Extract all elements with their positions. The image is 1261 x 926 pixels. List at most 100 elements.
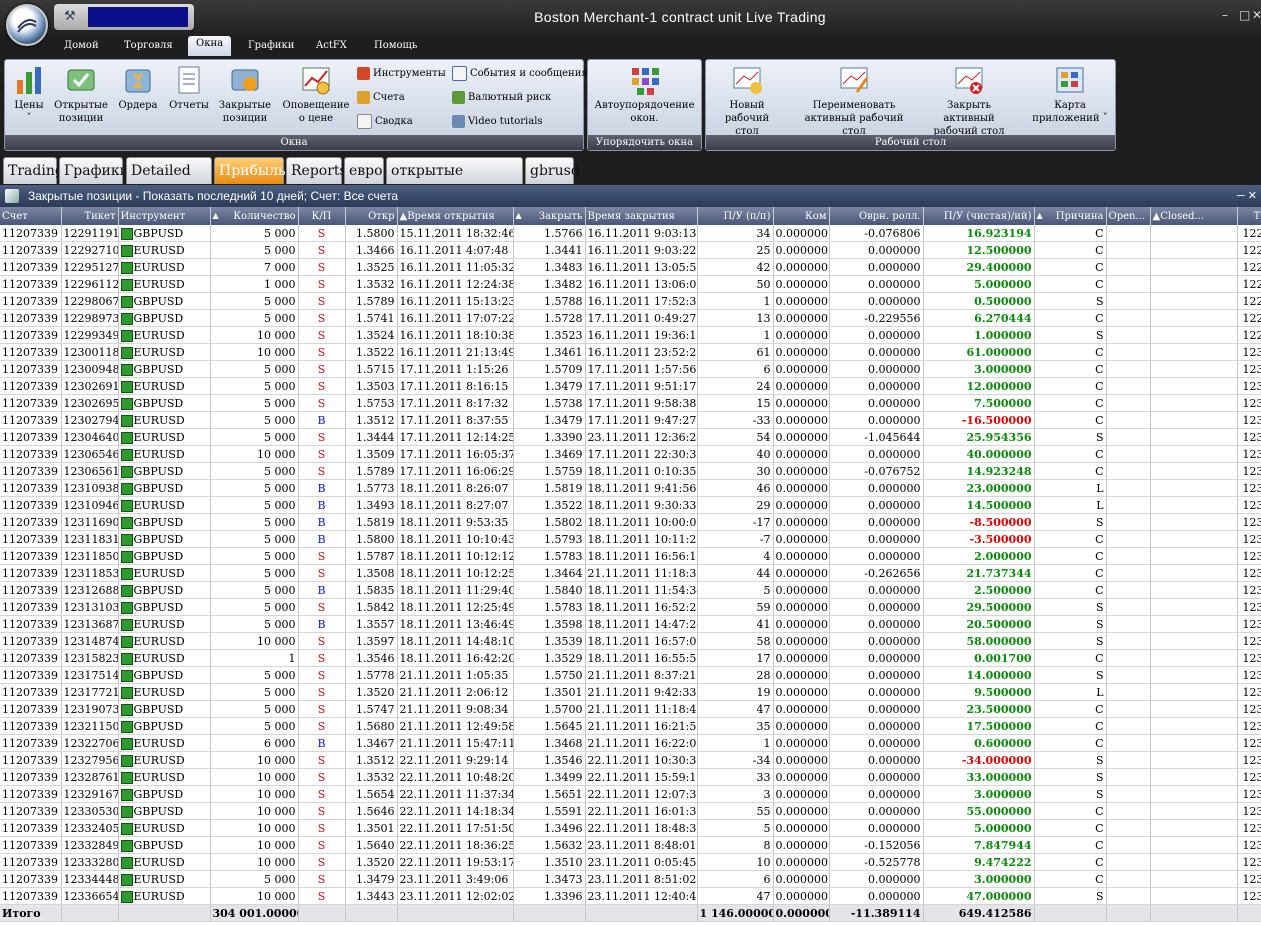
column-header-open[interactable]: Откр xyxy=(345,207,398,225)
tab-open-positions[interactable]: открытые позиции xyxy=(386,157,523,206)
rename-desktop-button[interactable]: Переименовать активный рабочий стол xyxy=(792,64,916,138)
table-row[interactable]: 11207339 12330530 GBPUSD 10 000 S 1.5646 22.11… xyxy=(0,802,1261,820)
new-desktop-button[interactable]: Новый рабочий стол xyxy=(712,64,782,138)
restore-button[interactable]: □ xyxy=(1239,8,1250,22)
table-row[interactable]: 11207339 12300118 EURUSD 10 000 S 1.3522 16.11… xyxy=(0,343,1261,361)
quick-access-field[interactable] xyxy=(88,7,188,27)
tab-charts[interactable]: Графики xyxy=(59,157,129,184)
table-row[interactable]: 11207339 12314874 EURUSD 10 000 S 1.3597 18.11… xyxy=(0,632,1261,650)
table-row[interactable]: 11207339 12319073 GBPUSD 5 000 S 1.5747 21.11.… xyxy=(0,700,1261,718)
ribbon-tab-charts[interactable]: Графики xyxy=(240,38,302,53)
table-row[interactable]: 11207339 12317514 GBPUSD 5 000 S 1.5778 21.11.… xyxy=(0,666,1261,684)
column-header-commission[interactable]: Ком xyxy=(773,207,830,225)
report-icon xyxy=(174,64,204,96)
video-tutorials-button[interactable]: Video tutorials xyxy=(452,114,543,130)
column-header-ticket[interactable]: Тикет xyxy=(61,207,119,225)
cell-account: 11207339 xyxy=(0,819,62,837)
tab-gbrusd[interactable]: gbrusd xyxy=(525,157,580,184)
column-header-closed-order[interactable]: ▲Closed... xyxy=(1150,207,1238,225)
minimize-button[interactable]: – xyxy=(1222,8,1228,22)
ribbon-tab-trading[interactable]: Торговля xyxy=(116,38,181,53)
table-row[interactable]: 11207339 12295127 EURUSD 7 000 S 1.3525 16.11.… xyxy=(0,258,1261,276)
summary-icon xyxy=(357,114,372,129)
table-row[interactable]: 11207339 12322706 EURUSD 6 000 B 1.3467 21.11.… xyxy=(0,734,1261,752)
table-row[interactable]: 11207339 12310946 EURUSD 5 000 B 1.3493 18.11.… xyxy=(0,496,1261,514)
table-row[interactable]: 11207339 12332405 EURUSD 10 000 S 1.3501 22.11… xyxy=(0,819,1261,837)
table-row[interactable]: 11207339 12306561 GBPUSD 5 000 S 1.5789 17.11.… xyxy=(0,462,1261,480)
column-header-close[interactable]: ▲ Закрыть xyxy=(513,207,586,225)
table-row[interactable]: 11207339 12333280 EURUSD 10 000 S 1.3520 22.11… xyxy=(0,853,1261,871)
table-row[interactable]: 11207339 12327956 EURUSD 10 000 S 1.3512 22.11… xyxy=(0,751,1261,769)
table-row[interactable]: 11207339 12311853 EURUSD 5 000 S 1.3508 18.11.… xyxy=(0,564,1261,582)
table-row[interactable]: 11207339 12296112 EURUSD 1 000 S 1.3532 16.11.… xyxy=(0,275,1261,293)
column-header-net-pl[interactable]: П/У (чистая)/ий) xyxy=(923,207,1035,225)
orders-button[interactable]: Ордера xyxy=(115,64,161,112)
currency-risk-button[interactable]: Валютный риск xyxy=(452,90,551,106)
ribbon-tab-help[interactable]: Помощь xyxy=(366,38,425,53)
prices-button[interactable]: Цены ˇ xyxy=(9,64,49,125)
table-row[interactable]: 11207339 12310938 GBPUSD 5 000 B 1.5773 18.11.… xyxy=(0,479,1261,497)
table-row[interactable]: 11207339 12291191 GBPUSD 5 000 S 1.5800 15.11.… xyxy=(0,225,1261,242)
table-row[interactable]: 11207339 12328761 EURUSD 10 000 S 1.3532 22.11… xyxy=(0,768,1261,786)
column-header-rollover[interactable]: Оврн. ролл. xyxy=(829,207,924,225)
instruments-button[interactable]: Инструменты xyxy=(357,66,446,82)
table-row[interactable]: 11207339 12313103 GBPUSD 5 000 S 1.5842 18.11.… xyxy=(0,598,1261,616)
close-button[interactable]: ✕ xyxy=(1252,8,1261,22)
table-row[interactable]: 11207339 12311831 GBPUSD 5 000 B 1.5800 18.11.… xyxy=(0,530,1261,548)
tools-icon[interactable]: ⚒ xyxy=(64,9,76,24)
table-row[interactable]: 11207339 12311850 GBPUSD 5 000 S 1.5787 18.11.… xyxy=(0,547,1261,565)
app-menu-button[interactable] xyxy=(6,4,48,46)
column-header-amount[interactable]: ▲ Количество xyxy=(210,207,299,225)
table-row[interactable]: 11207339 12300948 GBPUSD 5 000 S 1.5715 17.11.… xyxy=(0,360,1261,378)
column-header-account[interactable]: Счет xyxy=(0,207,62,225)
table-row[interactable]: 11207339 12329167 GBPUSD 10 000 S 1.5654 22.11… xyxy=(0,785,1261,803)
table-row[interactable]: 11207339 12302691 EURUSD 5 000 S 1.3503 17.11.… xyxy=(0,377,1261,395)
table-row[interactable]: 11207339 12313687 EURUSD 5 000 B 1.3557 18.11.… xyxy=(0,615,1261,633)
column-header-pl-pips[interactable]: П/У (п/п) xyxy=(697,207,774,225)
table-row[interactable]: 11207339 12315823 EURUSD 1 S 1.3546 18.11.2011… xyxy=(0,649,1261,667)
column-header-open-time[interactable]: ▲Время открытия xyxy=(397,207,514,225)
accounts-button[interactable]: Счета xyxy=(357,90,405,106)
table-row[interactable]: 11207339 12306546 EURUSD 10 000 S 1.3509 17.11… xyxy=(0,445,1261,463)
close-desktop-button[interactable]: Закрыть активный рабочий стол xyxy=(920,64,1018,138)
tab-detailed-info[interactable]: Detailed Info xyxy=(126,157,212,206)
table-row[interactable]: 11207339 12312688 GBPUSD 5 000 B 1.5835 18.11.… xyxy=(0,581,1261,599)
column-header-open-order[interactable]: Open... xyxy=(1106,207,1151,225)
tab-euro[interactable]: евро xyxy=(344,157,384,184)
column-header-buy-sell[interactable]: К/П xyxy=(298,207,346,225)
cell-net-pl: -8.500000 xyxy=(923,513,1035,531)
table-row[interactable]: 11207339 12304640 EURUSD 5 000 S 1.3444 17.11.… xyxy=(0,428,1261,446)
column-header-reason[interactable]: ▲ Причина xyxy=(1034,207,1107,225)
table-row[interactable]: 11207339 12334448 EURUSD 5 000 S 1.3479 23.11.… xyxy=(0,870,1261,888)
ribbon-tab-windows[interactable]: Окна xyxy=(188,36,232,58)
column-header-trade[interactable]: Trad xyxy=(1237,207,1261,225)
table-row[interactable]: 11207339 12336654 EURUSD 10 000 S 1.3443 23.11… xyxy=(0,887,1261,905)
table-row[interactable]: 11207339 12292710 EURUSD 5 000 S 1.3466 16.11.… xyxy=(0,241,1261,259)
open-positions-button[interactable]: Открытые позиции xyxy=(53,64,109,125)
tab-profit[interactable]: Прибыль xyxy=(214,157,286,184)
tab-trading[interactable]: Trading xyxy=(3,157,64,184)
table-row[interactable]: 11207339 12299349 EURUSD 10 000 S 1.3524 16.11… xyxy=(0,326,1261,344)
table-row[interactable]: 11207339 12298067 GBPUSD 5 000 S 1.5789 16.11.… xyxy=(0,292,1261,310)
column-header-close-time[interactable]: Время закрытия xyxy=(585,207,698,225)
price-alert-button[interactable]: Оповещение о цене xyxy=(281,64,351,125)
table-row[interactable]: 11207339 12302794 EURUSD 5 000 B 1.3512 17.11.… xyxy=(0,411,1261,429)
table-row[interactable]: 11207339 12321150 GBPUSD 5 000 S 1.5680 21.11.… xyxy=(0,717,1261,735)
table-row[interactable]: 11207339 12302695 GBPUSD 5 000 S 1.5753 17.11.… xyxy=(0,394,1261,412)
table-row[interactable]: 11207339 12317721 EURUSD 5 000 S 1.3520 21.11.… xyxy=(0,683,1261,701)
closed-positions-button[interactable]: Закрытые позиции xyxy=(217,64,273,125)
tab-reports[interactable]: Reports xyxy=(286,157,347,184)
app-map-button[interactable]: Карта приложений ˇ xyxy=(1028,64,1112,125)
reports-button[interactable]: Отчеты xyxy=(167,64,211,112)
ribbon-tab-actfx[interactable]: ActFX xyxy=(308,38,355,53)
column-header-instrument[interactable]: Инструмент xyxy=(118,207,211,225)
table-row[interactable]: 11207339 12332849 GBPUSD 10 000 S 1.5640 22.11… xyxy=(0,836,1261,854)
summary-button[interactable]: Сводка xyxy=(357,114,413,130)
panel-window-controls[interactable]: ─ ✕ xyxy=(1237,185,1257,207)
cell-instrument: EURUSD xyxy=(118,564,211,582)
ribbon-tab-home[interactable]: Домой xyxy=(56,38,107,53)
table-row[interactable]: 11207339 12311690 GBPUSD 5 000 B 1.5819 18.11.… xyxy=(0,513,1261,531)
auto-arrange-button[interactable]: Автоупорядочение окон. xyxy=(592,64,697,125)
events-messages-button[interactable]: События и сообщения xyxy=(452,66,588,82)
table-row[interactable]: 11207339 12298973 GBPUSD 5 000 S 1.5741 16.11.… xyxy=(0,309,1261,327)
